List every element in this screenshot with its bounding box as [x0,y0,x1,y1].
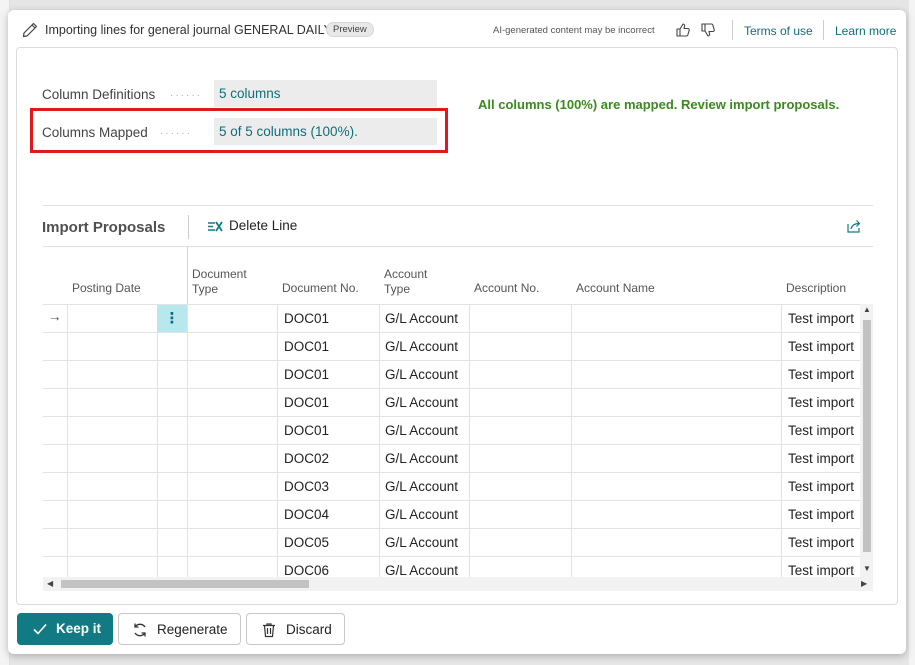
delete-line-icon [208,221,223,232]
cell-account-type[interactable]: G/L Account [385,367,458,382]
col-header-document-type-line1: Document [192,267,247,281]
checkmark-icon [33,623,47,635]
cell-account-type[interactable]: G/L Account [385,339,458,354]
cell-account-type[interactable]: G/L Account [385,423,458,438]
keep-it-label: Keep it [56,621,102,636]
col-header-account-type-line1: Account [384,267,428,281]
table-row[interactable]: DOC01 G/L Account Test import [43,388,873,416]
column-definitions-label: Column Definitions [42,87,156,102]
cell-account-type[interactable]: G/L Account [385,563,458,577]
cell-document-no[interactable]: DOC03 [284,479,329,494]
scroll-left-arrow[interactable]: ◀ [47,579,53,588]
section-divider [43,205,873,206]
cell-document-no[interactable]: DOC01 [284,423,329,438]
cell-account-type[interactable]: G/L Account [385,507,458,522]
mapping-status-message: All columns (100%) are mapped. Review im… [478,97,840,112]
cell-document-no[interactable]: DOC04 [284,507,329,522]
discard-label: Discard [286,622,332,637]
cell-document-no[interactable]: DOC01 [284,311,329,326]
field-leader-dots: ······ [170,90,202,101]
learn-more-link[interactable]: Learn more [835,24,896,38]
copilot-dialog: Importing lines for general journal GENE… [8,10,906,654]
import-proposals-title: Import Proposals [42,219,166,236]
regenerate-label: Regenerate [157,622,228,637]
cell-account-type[interactable]: G/L Account [385,311,458,326]
delete-line-label: Delete Line [229,218,298,233]
import-proposals-grid: Posting Date Document Type Document No. A… [43,247,873,577]
discard-button[interactable]: Discard [246,613,345,645]
table-row[interactable]: DOC01 G/L Account Test import [43,416,873,444]
col-header-description[interactable]: Description [786,281,846,296]
thumb-up-icon[interactable] [675,22,691,38]
dialog-title: Importing lines for general journal GENE… [45,23,332,37]
table-row[interactable]: DOC01 G/L Account Test import [43,360,873,388]
col-header-account-no[interactable]: Account No. [474,281,539,296]
cell-document-no[interactable]: DOC05 [284,535,329,550]
table-row[interactable]: DOC05 G/L Account Test import [43,528,873,556]
cell-account-type[interactable]: G/L Account [385,395,458,410]
regenerate-button[interactable]: Regenerate [118,613,241,645]
thumb-down-icon[interactable] [700,22,716,38]
cell-document-no[interactable]: DOC01 [284,395,329,410]
cell-document-no[interactable]: DOC02 [284,451,329,466]
cell-description[interactable]: Test import [788,479,860,494]
share-icon[interactable] [846,218,862,234]
col-header-document-no[interactable]: Document No. [282,281,359,296]
trash-icon [263,623,275,638]
preview-badge: Preview [326,22,374,37]
cell-description[interactable]: Test import [788,311,860,326]
horizontal-scrollbar[interactable]: ◀ ▶ [43,577,873,591]
dialog-header: Importing lines for general journal GENE… [8,10,906,50]
scroll-up-arrow[interactable]: ▲ [863,305,871,314]
table-row[interactable]: DOC02 G/L Account Test import [43,444,873,472]
cell-description[interactable]: Test import [788,451,860,466]
terms-of-use-link[interactable]: Terms of use [744,24,813,38]
scroll-down-arrow[interactable]: ▼ [863,564,871,573]
col-header-document-type-line2: Type [192,282,219,296]
keep-it-button[interactable]: Keep it [17,613,113,645]
cell-description[interactable]: Test import [788,367,860,382]
cell-description[interactable]: Test import [788,563,860,577]
pencil-icon [22,22,38,38]
toolbar-separator [188,215,189,239]
table-row[interactable]: DOC06 G/L Account Test import [43,556,873,577]
header-separator [732,20,733,40]
column-definitions-value[interactable]: 5 columns [214,80,437,107]
col-header-account-type[interactable]: Account Type [384,267,427,297]
col-header-account-name[interactable]: Account Name [576,281,655,296]
cell-document-no[interactable]: DOC06 [284,563,329,577]
cell-account-type[interactable]: G/L Account [385,479,458,494]
cell-description[interactable]: Test import [788,423,860,438]
scroll-right-arrow[interactable]: ▶ [861,579,867,588]
row-actions-icon[interactable]: ⋮ [157,305,187,332]
cell-description[interactable]: Test import [788,507,860,522]
horizontal-scroll-thumb[interactable] [61,580,309,588]
highlight-box [30,108,448,153]
table-row[interactable]: DOC04 G/L Account Test import [43,500,873,528]
cell-account-type[interactable]: G/L Account [385,535,458,550]
regenerate-icon [134,623,146,637]
table-row[interactable]: DOC01 G/L Account Test import [43,332,873,360]
background-page-right [909,0,915,665]
table-row[interactable]: DOC03 G/L Account Test import [43,472,873,500]
cell-description[interactable]: Test import [788,535,860,550]
cell-document-no[interactable]: DOC01 [284,339,329,354]
vertical-scrollbar[interactable]: ▲ ▼ [860,304,873,578]
vertical-scroll-thumb[interactable] [863,320,871,552]
col-header-document-type[interactable]: Document Type [192,267,247,297]
ai-disclaimer: AI-generated content may be incorrect [493,25,655,36]
cell-description[interactable]: Test import [788,339,860,354]
col-header-account-type-line2: Type [384,282,411,296]
col-header-posting-date[interactable]: Posting Date [72,281,141,296]
cell-description[interactable]: Test import [788,395,860,410]
current-row-arrow-icon: → [48,309,62,324]
table-row[interactable]: → ⋮ DOC01 G/L Account Test import [43,304,873,332]
header-separator [823,20,824,40]
cell-document-no[interactable]: DOC01 [284,367,329,382]
cell-account-type[interactable]: G/L Account [385,451,458,466]
